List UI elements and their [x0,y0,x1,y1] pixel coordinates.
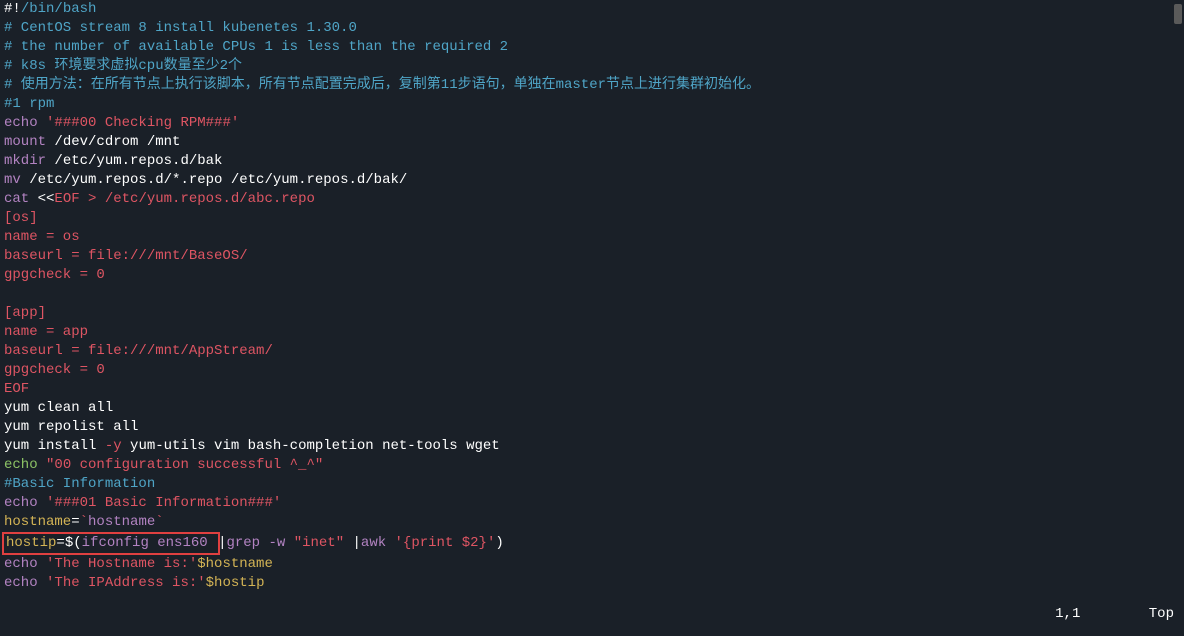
code-line: gpgcheck = 0 [4,266,1180,285]
code-token: '###01 Basic Information###' [46,495,281,511]
code-line: # the number of available CPUs 1 is less… [4,38,1180,57]
code-line: #Basic Information [4,475,1180,494]
code-line: yum repolist all [4,418,1180,437]
code-token: [app] [4,305,46,321]
code-token: 'The IPAddress is:' [46,575,206,591]
status-bar: 1,1 Top [1055,605,1174,624]
code-line: mkdir /etc/yum.repos.d/bak [4,152,1180,171]
code-line: name = os [4,228,1180,247]
code-line: yum install -y yum-utils vim bash-comple… [4,437,1180,456]
code-token: hostip [6,535,56,551]
code-token: echo [4,495,46,511]
code-line: hostname=`hostname` [4,513,1180,532]
scroll-position: Top [1149,605,1174,624]
code-token: mkdir [4,153,54,169]
code-token: $hostip [206,575,265,591]
cursor-position: 1,1 [1055,605,1080,624]
code-token: ifconfig ens160 [82,535,216,551]
code-token: hostname [4,514,71,530]
code-token: /etc/yum.repos.d/bak [54,153,222,169]
code-token: mv [4,172,29,188]
highlight-box: hostip=$(ifconfig ens160 [2,532,220,555]
code-token: > /etc/yum.repos.d/abc.repo [80,191,315,207]
code-token: baseurl = file:///mnt/AppStream/ [4,343,273,359]
code-token: '{print $2}' [395,535,496,551]
code-token: 'The Hostname is:' [46,556,197,572]
code-token: '###00 Checking RPM###' [46,115,239,131]
code-token: echo [4,457,46,473]
code-token: name = os [4,229,80,245]
code-line: mv /etc/yum.repos.d/*.repo /etc/yum.repo… [4,171,1180,190]
code-line: baseurl = file:///mnt/AppStream/ [4,342,1180,361]
code-token: echo [4,556,46,572]
code-token: #! [4,1,21,17]
code-token: yum repolist all [4,419,138,435]
code-line: cat <<EOF > /etc/yum.repos.d/abc.repo [4,190,1180,209]
code-token: #Basic Information [4,476,155,492]
code-token: ) [495,535,503,551]
code-line: gpgcheck = 0 [4,361,1180,380]
code-line: echo "00 configuration successful ^_^" [4,456,1180,475]
code-token: grep -w [226,535,293,551]
code-token: gpgcheck = 0 [4,267,105,283]
code-token: yum install [4,438,105,454]
code-token: = [71,514,79,530]
code-token: EOF [4,381,29,397]
code-line: #1 rpm [4,95,1180,114]
scrollbar[interactable] [1172,4,1182,636]
code-line: baseurl = file:///mnt/BaseOS/ [4,247,1180,266]
code-token: mount [4,134,54,150]
code-token: # 使用方法：在所有节点上执行该脚本，所有节点配置完成后，复制第11步语句，单独… [4,77,760,93]
code-token: << [38,191,55,207]
code-token: # CentOS stream 8 install kubenetes 1.30… [4,20,357,36]
code-line: echo '###01 Basic Information###' [4,494,1180,513]
code-token: echo [4,115,46,131]
code-token: yum-utils vim bash-completion net-tools … [122,438,500,454]
code-token: ` [80,514,88,530]
code-line: #!/bin/bash [4,0,1180,19]
code-line: # CentOS stream 8 install kubenetes 1.30… [4,19,1180,38]
code-token: -y [105,438,122,454]
code-token: /bin/bash [21,1,97,17]
code-token: =$( [56,535,81,551]
code-token: cat [4,191,38,207]
code-editor[interactable]: #!/bin/bash# CentOS stream 8 install kub… [0,0,1184,593]
code-token: hostname [88,514,155,530]
code-token: baseurl = file:///mnt/BaseOS/ [4,248,248,264]
code-token: EOF [54,191,79,207]
code-line: [os] [4,209,1180,228]
code-token: $hostname [197,556,273,572]
code-line: mount /dev/cdrom /mnt [4,133,1180,152]
code-token: "inet" [294,535,344,551]
code-token: ` [155,514,163,530]
code-line [4,285,1180,304]
code-line: # k8s 环境要求虚拟cpu数量至少2个 [4,57,1180,76]
code-token: "00 configuration successful ^_^" [46,457,323,473]
code-line: echo 'The Hostname is:'$hostname [4,555,1180,574]
code-token: gpgcheck = 0 [4,362,105,378]
code-token: yum clean all [4,400,113,416]
code-line: yum clean all [4,399,1180,418]
code-line: hostip=$(ifconfig ens160 | grep -w "inet"… [4,532,1180,555]
code-token: awk [361,535,395,551]
code-token: [os] [4,210,38,226]
code-token: /dev/cdrom /mnt [54,134,180,150]
code-token: echo [4,575,46,591]
code-token: # k8s 环境要求虚拟cpu数量至少2个 [4,58,242,74]
code-token: #1 rpm [4,96,54,112]
code-token: name = app [4,324,88,340]
code-line: # 使用方法：在所有节点上执行该脚本，所有节点配置完成后，复制第11步语句，单独… [4,76,1180,95]
code-line: echo 'The IPAddress is:'$hostip [4,574,1180,593]
scrollbar-thumb[interactable] [1174,4,1182,24]
code-token: # the number of available CPUs 1 is less… [4,39,508,55]
code-token: | [344,535,361,551]
code-line: echo '###00 Checking RPM###' [4,114,1180,133]
code-line: EOF [4,380,1180,399]
code-line: name = app [4,323,1180,342]
code-line: [app] [4,304,1180,323]
code-token: /etc/yum.repos.d/*.repo /etc/yum.repos.d… [29,172,407,188]
